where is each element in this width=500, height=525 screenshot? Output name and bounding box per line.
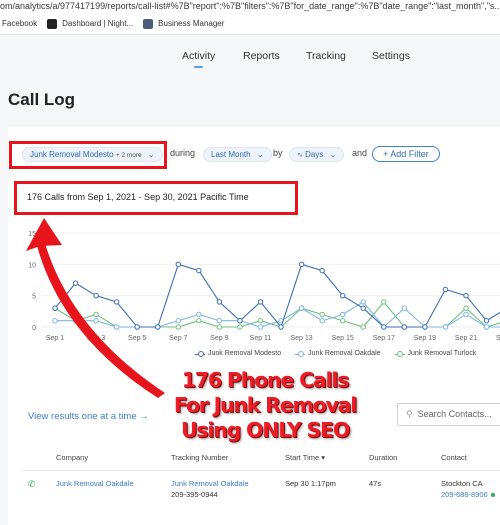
header-divider [22,470,500,471]
search-icon: ⚲ [406,409,413,419]
row-start-time: Sep 30 1:17pm [285,479,336,488]
column-tracking-number[interactable]: Tracking Number [171,453,228,462]
arrow-shaft [36,240,165,398]
column-company[interactable]: Company [56,453,88,462]
column-start-time[interactable]: Start Time ▾ [285,453,325,462]
row-tracking-name[interactable]: Junk Removal Oakdale [171,479,249,488]
row-company[interactable]: Junk Removal Oakdale [56,479,134,488]
promo-line: Using ONLY SEO [180,418,350,442]
column-duration[interactable]: Duration [369,453,397,462]
column-contact[interactable]: Contact [441,453,467,462]
promo-line: For Junk Removal [173,393,357,417]
status-dot [490,493,495,498]
view-results-link[interactable]: View results one at a time → [28,411,149,422]
row-tracking-number: 209-395-0944 [171,490,218,499]
row-contact-location: Stockton CA [441,479,483,488]
inbound-call-icon: ✆ [28,479,36,489]
search-contacts-input[interactable]: ⚲ Search Contacts... [397,403,500,426]
row-contact-phone[interactable]: 209-688-8906 [441,490,495,499]
row-duration: 47s [369,479,382,488]
search-placeholder: Search Contacts... [417,409,492,419]
promo-annotation: 176 Phone Calls For Junk Removal Using O… [150,368,380,443]
contact-phone-text: 209-688-8906 [441,490,488,499]
promo-line: 176 Phone Calls [181,368,350,392]
